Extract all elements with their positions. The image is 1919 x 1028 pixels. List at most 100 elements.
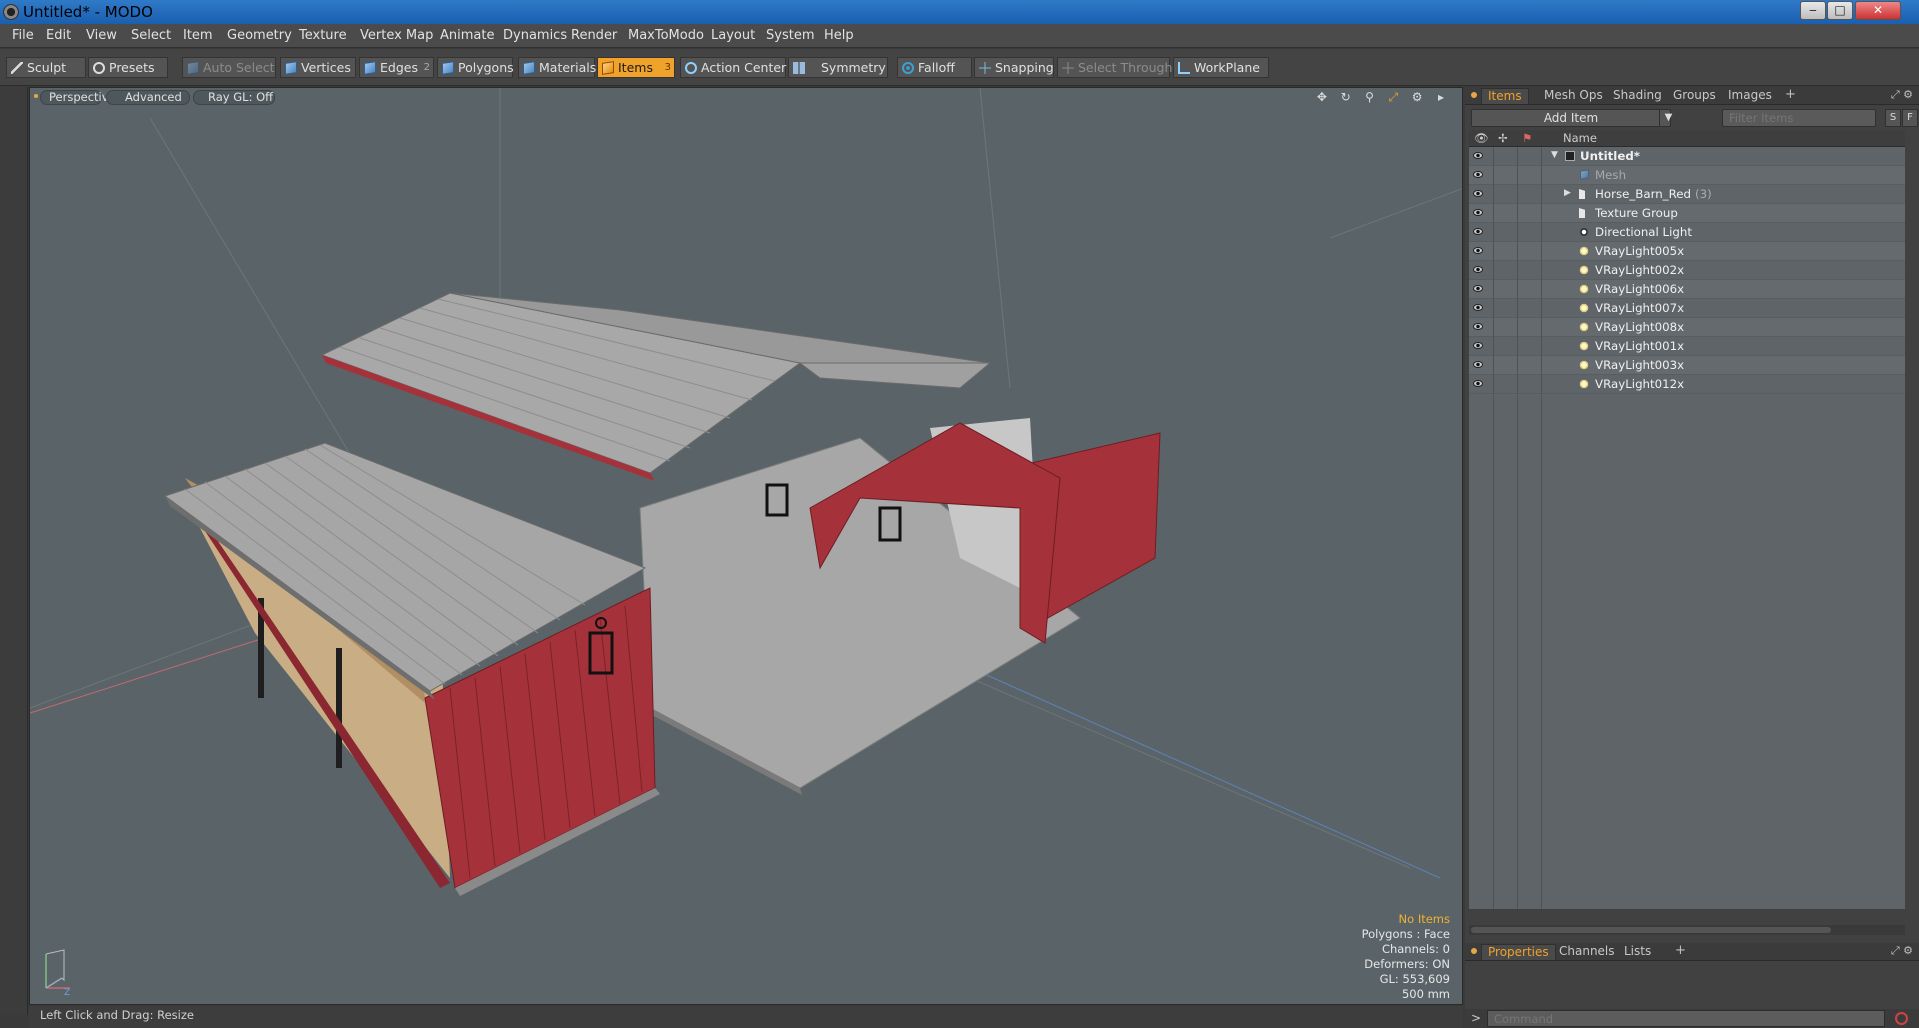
presets-button[interactable]: Presets — [88, 57, 168, 78]
add-properties-tab-button[interactable]: + — [1675, 943, 1686, 958]
tab-groups[interactable]: Groups — [1667, 88, 1722, 104]
vertices-button[interactable]: Vertices — [280, 57, 356, 78]
f-button[interactable]: F — [1902, 109, 1918, 127]
tree-row[interactable]: VRayLight007x — [1469, 299, 1905, 318]
eye-icon[interactable] — [1473, 152, 1483, 159]
eye-icon[interactable] — [1473, 304, 1483, 311]
action-center-button[interactable]: Action Center — [680, 57, 786, 78]
menu-texture[interactable]: Texture — [299, 28, 347, 43]
menu-view[interactable]: View — [86, 28, 117, 43]
more-arrow-icon[interactable]: ▸ — [1434, 90, 1448, 104]
name-column-header[interactable]: Name — [1563, 131, 1597, 146]
menu-system[interactable]: System — [766, 28, 814, 43]
tree-row[interactable]: Directional Light — [1469, 223, 1905, 242]
add-tab-button[interactable]: + — [1785, 87, 1796, 102]
grid-size-stat: 500 mm — [1401, 987, 1450, 1001]
expand-arrow-icon[interactable]: ▼ — [1551, 150, 1558, 160]
command-history-icon[interactable] — [1895, 1012, 1908, 1025]
settings-icon[interactable]: ⚙ — [1410, 90, 1424, 104]
polygons-button[interactable]: Polygons — [437, 57, 514, 78]
maximize-button[interactable]: □ — [1827, 1, 1853, 20]
eye-icon[interactable] — [1473, 361, 1483, 368]
maximize-view-icon[interactable]: ⤢ — [1386, 90, 1400, 104]
menu-render[interactable]: Render — [571, 28, 617, 43]
tree-row[interactable]: VRayLight003x — [1469, 356, 1905, 375]
eye-icon[interactable] — [1473, 247, 1483, 254]
viewport-menu-icon[interactable] — [34, 94, 38, 98]
eye-icon[interactable] — [1473, 266, 1483, 273]
perspective-tab[interactable]: Perspective — [40, 90, 116, 105]
tab-lists[interactable]: Lists — [1618, 944, 1657, 960]
symmetry-button[interactable]: Symmetry — [788, 57, 888, 78]
chevron-down-icon[interactable]: ▼ — [1659, 109, 1677, 127]
eye-icon[interactable] — [1473, 209, 1483, 216]
tab-properties[interactable]: Properties — [1481, 944, 1556, 960]
render-column-icon[interactable]: ⚑ — [1522, 131, 1532, 146]
edges-button[interactable]: Edges 2 — [359, 57, 434, 78]
panel-menu-icon[interactable] — [1471, 92, 1477, 98]
filter-items-input[interactable] — [1722, 109, 1876, 127]
eye-icon[interactable] — [1473, 323, 1483, 330]
tree-row[interactable]: Texture Group — [1469, 204, 1905, 223]
eye-icon[interactable] — [1473, 342, 1483, 349]
menu-edit[interactable]: Edit — [46, 28, 71, 43]
menu-geometry[interactable]: Geometry — [227, 28, 292, 43]
panel-expand-icon[interactable]: ⤢ ⚙ — [1891, 88, 1913, 102]
menu-layout[interactable]: Layout — [711, 28, 755, 43]
menu-select[interactable]: Select — [131, 28, 171, 43]
tree-row[interactable]: VRayLight008x — [1469, 318, 1905, 337]
tab-channels[interactable]: Channels — [1553, 944, 1621, 960]
tree-row[interactable]: ▶ Horse_Barn_Red (3) — [1469, 185, 1905, 204]
eye-icon[interactable] — [1473, 171, 1483, 178]
properties-menu-icon[interactable] — [1471, 948, 1477, 954]
snapping-button[interactable]: Snapping — [974, 57, 1054, 78]
tab-shading[interactable]: Shading — [1607, 88, 1668, 104]
tree-row[interactable]: Mesh — [1469, 166, 1905, 185]
menu-file[interactable]: File — [12, 28, 34, 43]
move-view-icon[interactable]: ✥ — [1315, 90, 1329, 104]
tree-row[interactable]: VRayLight006x — [1469, 280, 1905, 299]
close-button[interactable]: ✕ — [1855, 1, 1901, 20]
tab-images[interactable]: Images — [1722, 88, 1778, 104]
eye-icon[interactable] — [1473, 190, 1483, 197]
sculpt-button[interactable]: Sculpt — [6, 57, 86, 78]
workplane-button[interactable]: WorkPlane — [1173, 57, 1269, 78]
minimize-button[interactable]: ‒ — [1800, 1, 1826, 20]
tree-row[interactable]: ▼ Untitled* — [1469, 147, 1905, 166]
eye-icon[interactable] — [1473, 285, 1483, 292]
tree-item-label: Directional Light — [1595, 225, 1692, 239]
s-button[interactable]: S — [1885, 109, 1901, 127]
tree-row[interactable]: VRayLight005x — [1469, 242, 1905, 261]
tree-row[interactable]: VRayLight002x — [1469, 261, 1905, 280]
tab-items[interactable]: Items — [1481, 88, 1529, 104]
falloff-button[interactable]: Falloff — [897, 57, 972, 78]
menu-dynamics[interactable]: Dynamics — [503, 28, 567, 43]
auto-select-button[interactable]: Auto Select — [182, 57, 276, 78]
lock-column-icon[interactable]: ✢ — [1498, 131, 1508, 146]
tree-scrollbar[interactable] — [1469, 925, 1905, 935]
tree-row[interactable]: VRayLight012x — [1469, 375, 1905, 394]
advanced-tab[interactable]: Advanced — [106, 90, 190, 105]
add-item-button[interactable]: Add Item — [1471, 109, 1671, 127]
visibility-column-icon[interactable]: 👁 — [1474, 131, 1489, 146]
properties-expand-icon[interactable]: ⤢ ⚙ — [1891, 944, 1913, 958]
items-button[interactable]: Items 3 — [597, 57, 675, 78]
menu-vertex-map[interactable]: Vertex Map — [360, 28, 433, 43]
materials-button[interactable]: Materials — [518, 57, 596, 78]
menu-maxtomodo[interactable]: MaxToModo — [628, 28, 704, 43]
menu-item[interactable]: Item — [183, 28, 213, 43]
eye-icon[interactable] — [1473, 228, 1483, 235]
menu-animate[interactable]: Animate — [440, 28, 494, 43]
zoom-view-icon[interactable]: ⚲ — [1363, 90, 1377, 104]
rotate-view-icon[interactable]: ↻ — [1339, 90, 1353, 104]
expand-arrow-icon[interactable]: ▶ — [1564, 188, 1571, 198]
3d-viewport[interactable]: Perspective Advanced Ray GL: Off ✥ ↻ ⚲ ⤢… — [29, 87, 1463, 1005]
menu-help[interactable]: Help — [824, 28, 854, 43]
tree-row[interactable]: VRayLight001x — [1469, 337, 1905, 356]
command-input[interactable] — [1487, 1010, 1885, 1027]
tab-mesh-ops[interactable]: Mesh Ops — [1538, 88, 1609, 104]
modo-logo-icon — [3, 4, 19, 20]
select-through-button[interactable]: Select Through — [1057, 57, 1172, 78]
raygl-tab[interactable]: Ray GL: Off — [193, 90, 275, 105]
eye-icon[interactable] — [1473, 380, 1483, 387]
